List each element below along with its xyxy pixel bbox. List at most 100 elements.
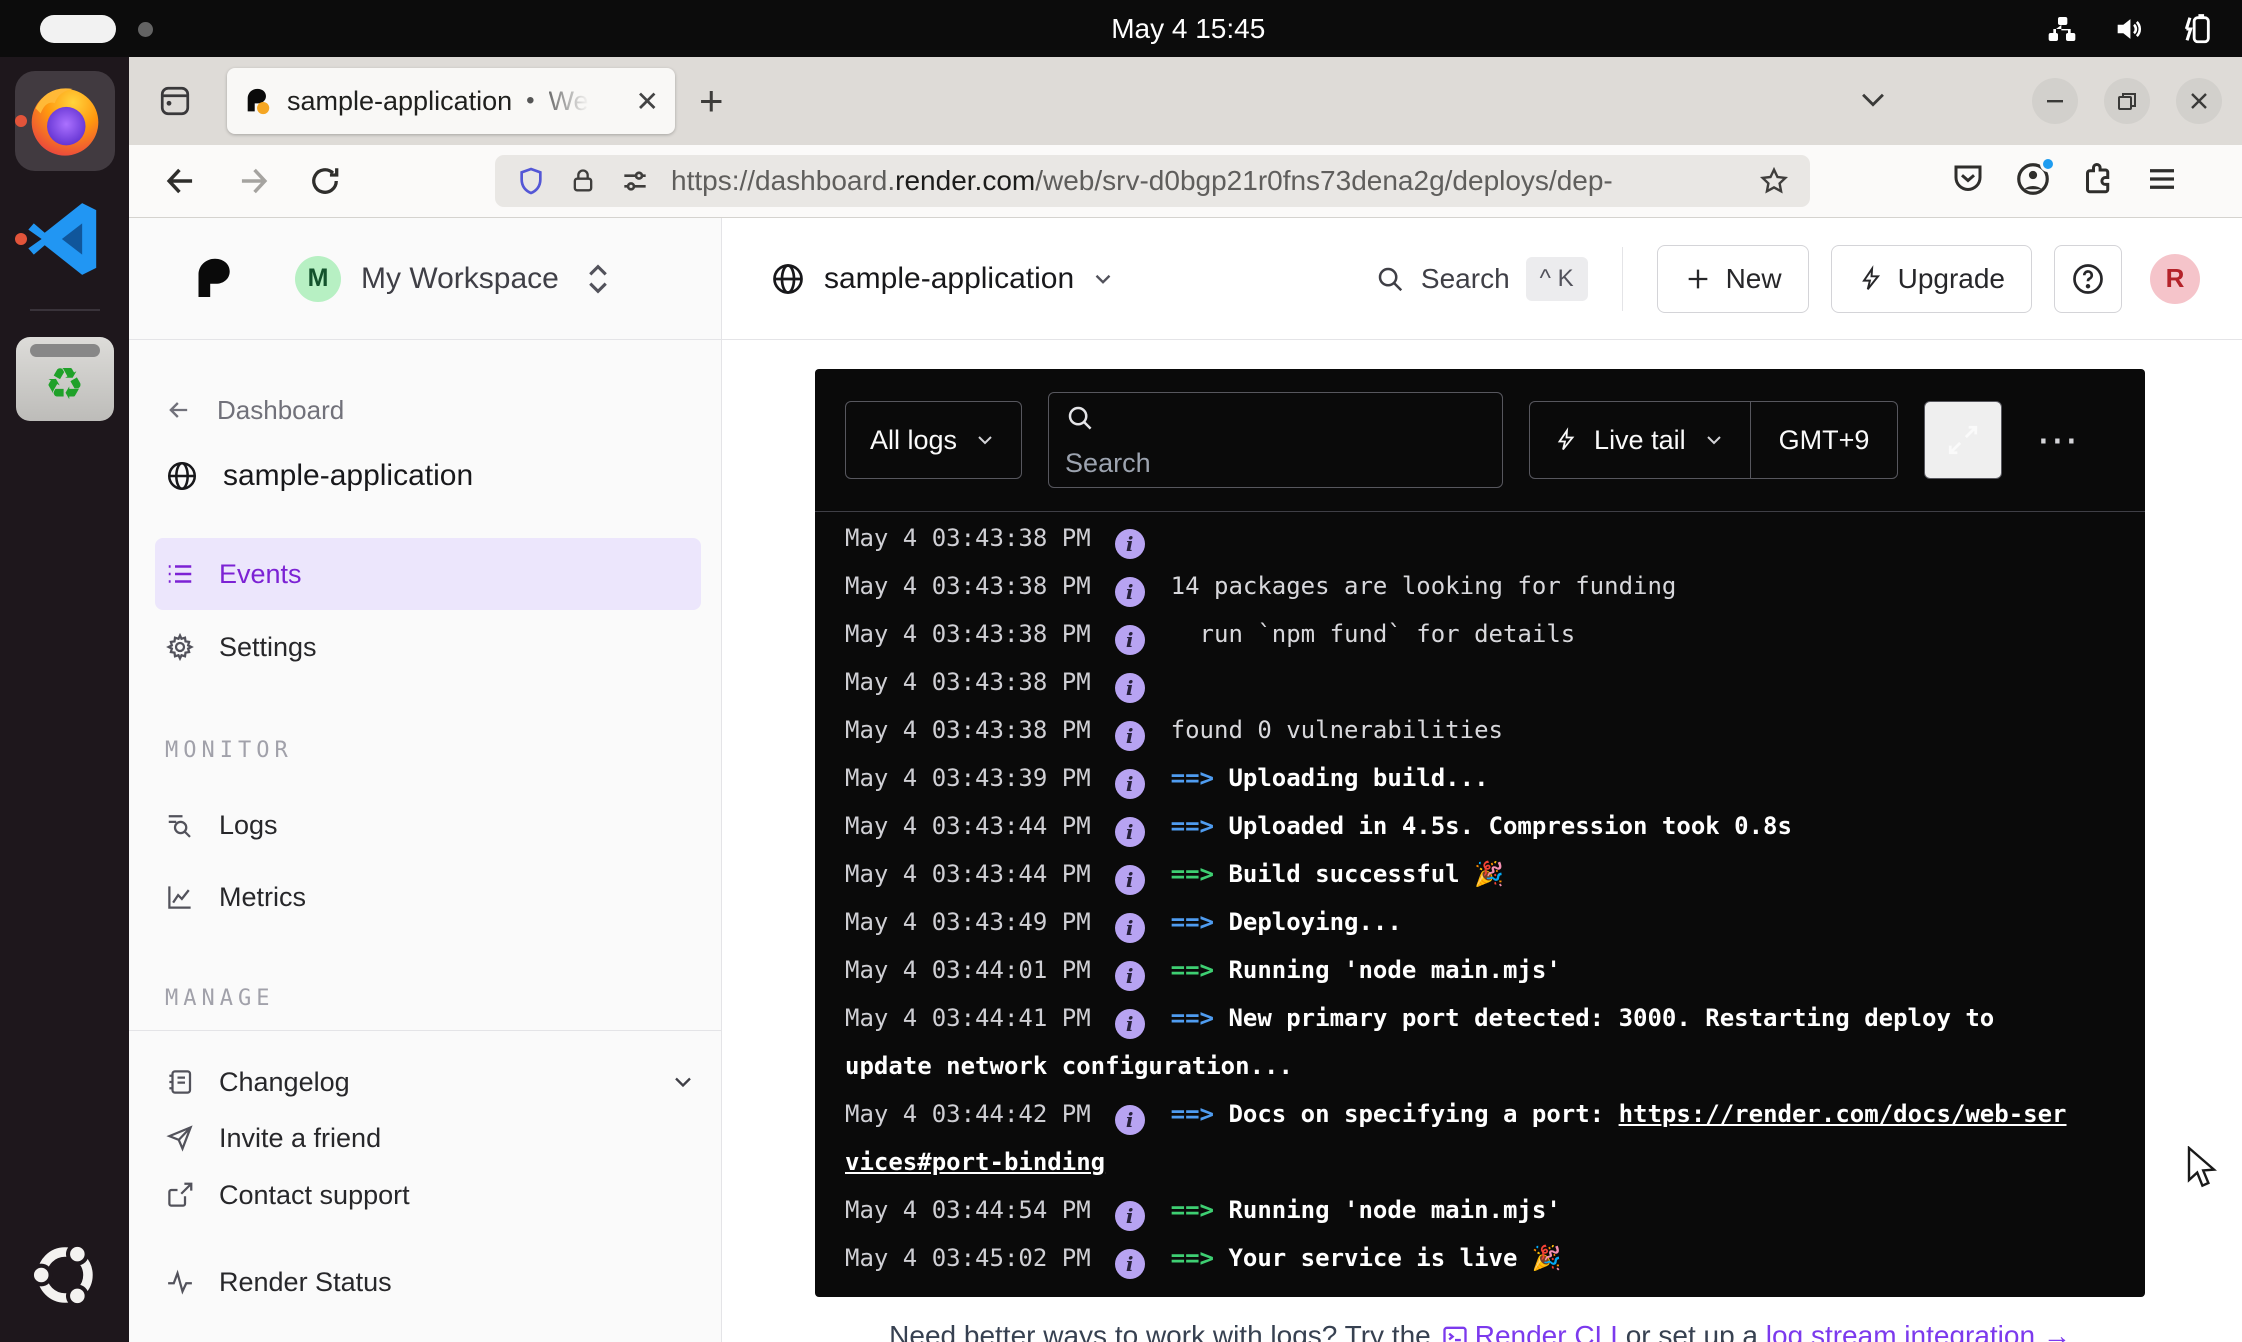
log-timestamp: May 4 03:43:38 PM	[845, 620, 1091, 648]
sidebar-item-settings[interactable]: Settings	[165, 611, 697, 683]
log-timestamp: May 4 03:43:38 PM	[845, 524, 1091, 552]
globe-icon	[165, 459, 199, 493]
sidebar-section-monitor: MONITOR	[165, 738, 293, 763]
workspace-name: My Workspace	[361, 262, 559, 296]
info-level-icon: i	[1115, 625, 1145, 655]
info-level-icon: i	[1115, 865, 1145, 895]
search-icon	[1375, 264, 1405, 294]
bookmark-star-icon[interactable]	[1758, 165, 1790, 197]
ubuntu-logo[interactable]	[27, 1237, 103, 1318]
info-level-icon: i	[1115, 721, 1145, 751]
live-tail-button[interactable]: Live tail	[1530, 402, 1750, 478]
log-panel: All logs Search Live tail	[815, 369, 2145, 1297]
timezone-button[interactable]: GMT+9	[1751, 402, 1898, 478]
sidebar-item-render-status[interactable]: Render Status	[165, 1252, 697, 1312]
log-stream-link[interactable]: log stream integration	[1766, 1320, 2035, 1342]
tab-close-icon[interactable]: ✕	[636, 85, 659, 118]
forward-icon[interactable]	[229, 157, 277, 205]
log-message: found 0 vulnerabilities	[1171, 716, 1503, 744]
pocket-icon[interactable]	[1950, 161, 1986, 202]
sidebar-item-events[interactable]: Events	[155, 538, 701, 610]
list-tabs-icon[interactable]	[1856, 82, 1890, 121]
log-message: Running 'node main.mjs'	[1228, 1196, 1560, 1224]
sidebar-service-name[interactable]: sample-application	[165, 448, 697, 504]
sidebar-item-invite[interactable]: Invite a friend	[165, 1108, 697, 1168]
permissions-icon[interactable]	[619, 165, 651, 197]
service-selector[interactable]: sample-application	[824, 262, 1074, 296]
activities-pill[interactable]	[40, 15, 116, 43]
dock-trash[interactable]: ♻	[13, 327, 117, 431]
log-rows: May 4 03:43:38 PMiMay 4 03:43:38 PMi14 p…	[815, 512, 2145, 1282]
user-avatar[interactable]: R	[2150, 254, 2200, 304]
log-timestamp: May 4 03:45:02 PM	[845, 1244, 1091, 1272]
lock-icon[interactable]	[569, 166, 597, 196]
logs-search-icon	[165, 810, 195, 840]
chevron-down-icon	[1702, 428, 1726, 452]
workspace-selector[interactable]: M My Workspace	[129, 218, 722, 339]
log-row: May 4 03:44:54 PMi==> Running 'node main…	[845, 1186, 2069, 1234]
log-arrow: ==>	[1171, 1100, 1229, 1128]
log-search-input[interactable]: Search	[1048, 392, 1503, 488]
system-tray[interactable]	[2046, 0, 2214, 57]
log-timestamp: May 4 03:43:44 PM	[845, 860, 1091, 888]
render-dashboard: M My Workspace sample-application Search…	[129, 218, 2242, 1342]
log-timestamp: May 4 03:43:38 PM	[845, 668, 1091, 696]
extensions-icon[interactable]	[2080, 161, 2116, 202]
active-tab[interactable]: sample-application • We ✕	[227, 68, 675, 134]
sidebar-back-dashboard[interactable]: Dashboard	[165, 386, 697, 434]
firefox-view-icon[interactable]	[151, 77, 199, 125]
log-message: Your service is live 🎉	[1228, 1244, 1561, 1272]
gear-icon	[165, 632, 195, 662]
tracking-shield-icon[interactable]	[515, 165, 547, 197]
bolt-icon	[1858, 264, 1884, 294]
sidebar-divider	[129, 1030, 722, 1031]
global-search[interactable]: Search ^ K	[1375, 257, 1588, 301]
trash-icon: ♻	[16, 337, 114, 421]
log-timestamp: May 4 03:43:44 PM	[845, 812, 1091, 840]
close-button[interactable]	[2176, 78, 2222, 124]
more-options-button[interactable]: ⋯	[2036, 430, 2080, 450]
reload-icon[interactable]	[301, 157, 349, 205]
menu-icon[interactable]	[2144, 161, 2180, 202]
render-cli-link[interactable]: Render CLI	[1475, 1320, 1618, 1342]
account-icon[interactable]	[2014, 160, 2052, 203]
new-button[interactable]: New	[1657, 245, 1809, 313]
url-bar[interactable]: https://dashboard.render.com/web/srv-d0b…	[495, 155, 1810, 207]
log-row: May 4 03:44:42 PMi==> Docs on specifying…	[845, 1090, 2069, 1186]
browser-window: sample-application • We ✕ +	[129, 57, 2242, 1342]
info-level-icon: i	[1115, 529, 1145, 559]
info-level-icon: i	[1115, 913, 1145, 943]
new-tab-button[interactable]: +	[699, 77, 724, 125]
sidebar-item-logs[interactable]: Logs	[165, 795, 697, 855]
dock-firefox[interactable]	[13, 69, 117, 173]
log-arrow: ==>	[1171, 812, 1229, 840]
log-filter-button[interactable]: All logs	[845, 401, 1022, 479]
dock: ♻	[0, 57, 129, 1342]
render-logo	[191, 255, 239, 303]
main-content: All logs Search Live tail	[722, 340, 2242, 1342]
url-text[interactable]: https://dashboard.render.com/web/srv-d0b…	[671, 165, 1746, 197]
running-indicator	[15, 233, 27, 245]
search-label: Search	[1421, 263, 1510, 295]
volume-icon	[2112, 12, 2146, 46]
restore-button[interactable]	[2104, 78, 2150, 124]
search-placeholder: Search	[1065, 448, 1486, 479]
help-button[interactable]	[2054, 245, 2122, 313]
back-icon[interactable]	[157, 157, 205, 205]
system-clock[interactable]: May 4 15:45	[1111, 13, 1265, 45]
sidebar-item-changelog[interactable]: Changelog	[165, 1052, 697, 1112]
upgrade-button[interactable]: Upgrade	[1831, 245, 2032, 313]
expand-logs-button[interactable]	[1924, 401, 2002, 479]
chevron-down-icon[interactable]	[1090, 266, 1116, 292]
log-arrow: ==>	[1171, 1004, 1229, 1032]
screen: May 4 15:45	[0, 0, 2242, 1342]
dock-vscode[interactable]	[13, 187, 117, 291]
header-right: sample-application Search ^ K New U	[722, 218, 2242, 339]
log-timestamp: May 4 03:44:01 PM	[845, 956, 1091, 984]
expand-icon	[1946, 423, 1980, 457]
log-timestamp: May 4 03:43:39 PM	[845, 764, 1091, 792]
sidebar-item-contact-support[interactable]: Contact support	[165, 1165, 697, 1225]
sidebar-item-metrics[interactable]: Metrics	[165, 867, 697, 927]
minimize-button[interactable]	[2032, 78, 2078, 124]
sidebar-section-manage: MANAGE	[165, 986, 274, 1011]
